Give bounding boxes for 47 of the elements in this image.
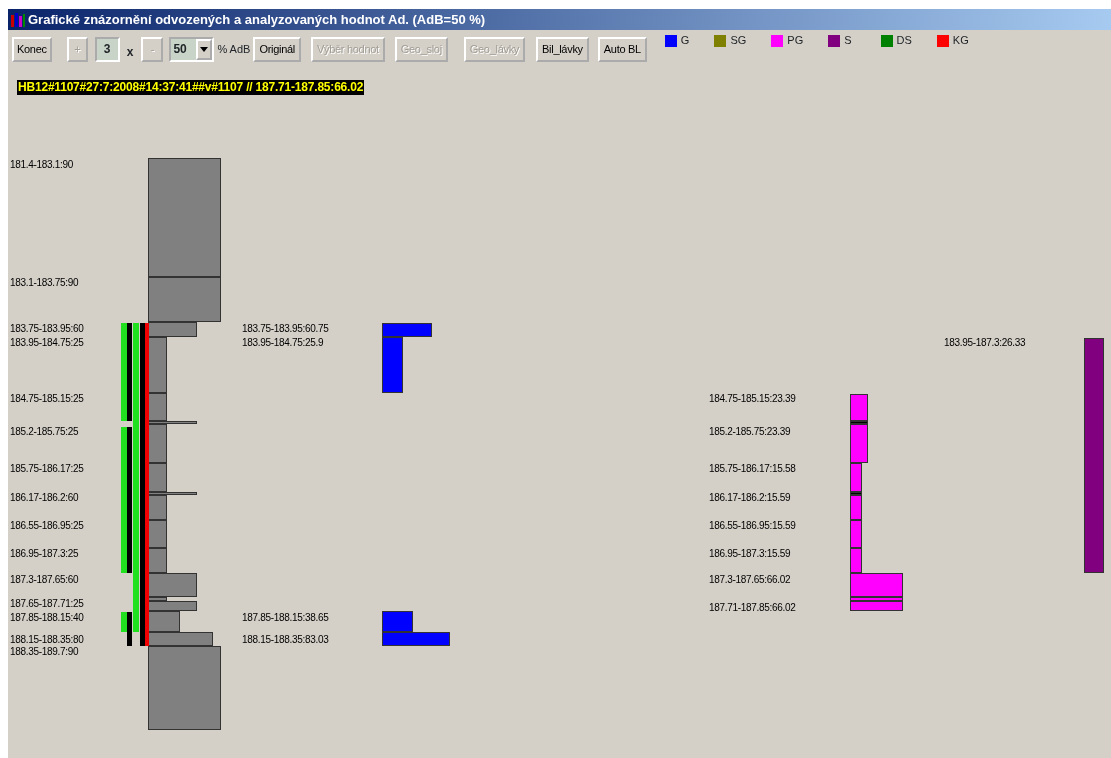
depth-label: 181.4-183.1:90 xyxy=(10,159,74,170)
depth-label: 188.15-188.35:83.03 xyxy=(242,634,329,645)
depth-label: 187.85-188.15:38.65 xyxy=(242,612,329,623)
depth-label: 184.75-185.15:25 xyxy=(10,393,84,404)
depth-label: 183.95-184.75:25 xyxy=(10,337,84,348)
legend-label: DS xyxy=(896,33,912,48)
depth-label: 183.75-183.95:60 xyxy=(10,323,84,334)
toolbar-button[interactable]: Auto BL xyxy=(597,36,647,62)
depth-label: 186.17-186.2:60 xyxy=(10,492,79,503)
depth-label: 188.35-189.7:90 xyxy=(10,646,79,657)
toolbar-button[interactable]: Originál xyxy=(253,36,301,62)
depth-label: 185.2-185.75:25 xyxy=(10,426,79,437)
depth-label: 186.55-186.95:25 xyxy=(10,520,84,531)
adb-unit-label: % AdB xyxy=(217,41,251,57)
depth-label: 188.15-188.35:80 xyxy=(10,634,84,645)
legend-label: KG xyxy=(952,33,969,48)
depth-label: 186.95-187.3:15.59 xyxy=(709,548,791,559)
value-bar xyxy=(850,520,862,548)
depth-label: 186.95-187.3:25 xyxy=(10,548,79,559)
depth-label: 183.1-183.75:90 xyxy=(10,277,79,288)
depth-label: 183.95-184.75:25.9 xyxy=(242,337,324,348)
depth-label: 187.3-187.65:60 xyxy=(10,574,79,585)
toolbar-button[interactable]: Konec xyxy=(12,36,52,62)
legend-label: S xyxy=(844,33,852,48)
window-title: Grafické znázornění odvozených a analyzovaných hodnot Ad. (AdB=50 %) xyxy=(28,10,486,29)
adb-select[interactable]: 50 xyxy=(169,36,215,62)
depth-label: 185.2-185.75:23.39 xyxy=(709,426,791,437)
zoom-field[interactable]: 3 xyxy=(94,36,120,62)
depth-label: 187.65-187.71:25 xyxy=(10,598,84,609)
legend-label: G xyxy=(680,33,690,48)
depth-label: 187.3-187.65:66.02 xyxy=(709,574,791,585)
depth-label: 187.71-187.85:66.02 xyxy=(709,602,796,613)
zoom-unit-label: x xyxy=(126,44,134,61)
legend-label: SG xyxy=(730,33,747,48)
depth-label: 185.75-186.17:25 xyxy=(10,463,84,474)
record-header: HB12#1107#27:7:2008#14:37:41##v#1107 // 187.71-187.85:66.02 xyxy=(17,80,365,95)
legend-label: PG xyxy=(787,33,804,48)
depth-label: 183.95-187.3:26.33 xyxy=(944,337,1026,348)
toolbar-button[interactable]: Bil_lávky xyxy=(536,36,589,62)
depth-label: 185.75-186.17:15.58 xyxy=(709,463,796,474)
depth-label: 186.17-186.2:15.59 xyxy=(709,492,791,503)
depth-label: 187.85-188.15:40 xyxy=(10,612,84,623)
depth-label: 183.75-183.95:60.75 xyxy=(242,323,329,334)
caret-icon xyxy=(200,46,209,52)
depth-label: 184.75-185.15:23.39 xyxy=(709,393,796,404)
depth-label: 186.55-186.95:15.59 xyxy=(709,520,796,531)
app-icon xyxy=(10,11,26,28)
